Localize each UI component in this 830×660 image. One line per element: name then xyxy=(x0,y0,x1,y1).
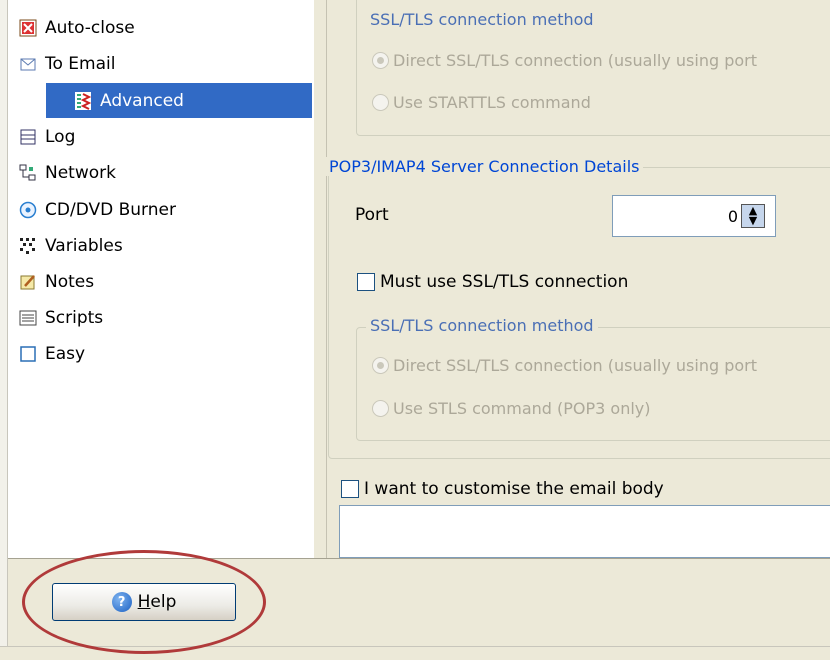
customise-email-body-checkbox[interactable]: I want to customise the email body xyxy=(341,479,664,499)
tree-item-to-email[interactable]: To Email xyxy=(19,46,115,81)
cd-dvd-icon xyxy=(19,201,37,219)
tree-item-advanced[interactable]: Advanced xyxy=(46,83,312,118)
scripts-icon xyxy=(19,309,37,327)
pop3-stls-radio[interactable]: Use STLS command (POP3 only) xyxy=(372,399,651,418)
port-value: 0 xyxy=(727,206,738,226)
tree-item-label: Advanced xyxy=(100,90,184,111)
auto-close-icon xyxy=(19,19,37,37)
tree-item-label: Scripts xyxy=(45,307,104,328)
radio-label: Use STLS command (POP3 only) xyxy=(393,399,651,418)
port-label: Port xyxy=(355,205,389,225)
port-spinner[interactable]: 0 ▲ ▼ xyxy=(612,195,776,237)
options-tree[interactable]: Auto-close To Email Advanced Log Network xyxy=(8,0,315,559)
help-button-label: Help xyxy=(137,592,177,612)
help-icon: ? xyxy=(111,592,132,612)
radio-label: Use STARTTLS command xyxy=(393,93,591,112)
help-button[interactable]: ? Help xyxy=(52,583,236,621)
tree-item-label: Easy xyxy=(45,343,86,364)
pop3-direct-ssl-radio[interactable]: Direct SSL/TLS connection (usually using… xyxy=(372,356,757,375)
checkbox-box[interactable] xyxy=(357,273,375,291)
checkbox-label: Must use SSL/TLS connection xyxy=(380,272,629,292)
email-body-textarea[interactable] xyxy=(339,505,830,558)
tree-item-easy[interactable]: Easy xyxy=(19,336,85,371)
tree-item-network[interactable]: Network xyxy=(19,155,116,190)
tree-item-label: CD/DVD Burner xyxy=(45,199,176,220)
smtp-ssl-method-title: SSL/TLS connection method xyxy=(366,10,598,29)
must-use-ssl-checkbox[interactable]: Must use SSL/TLS connection xyxy=(357,272,628,292)
checkbox-box[interactable] xyxy=(341,480,359,498)
window-bottom-edge xyxy=(0,646,830,660)
tree-item-label: Notes xyxy=(45,271,95,292)
spin-arrows-icon[interactable]: ▲ ▼ xyxy=(741,204,765,228)
tree-item-label: To Email xyxy=(45,53,116,74)
smtp-direct-ssl-radio[interactable]: Direct SSL/TLS connection (usually using… xyxy=(372,51,757,70)
tree-item-scripts[interactable]: Scripts xyxy=(19,300,103,335)
pop3-group-title: POP3/IMAP4 Server Connection Details xyxy=(325,157,644,176)
advanced-icon xyxy=(74,91,92,110)
smtp-starttls-radio[interactable]: Use STARTTLS command xyxy=(372,93,591,112)
pane-splitter[interactable] xyxy=(314,0,326,558)
easy-icon xyxy=(19,345,37,363)
tree-item-auto-close[interactable]: Auto-close xyxy=(19,10,135,45)
notes-icon xyxy=(19,273,37,291)
tree-item-label: Auto-close xyxy=(45,17,135,38)
tree-item-label: Variables xyxy=(45,235,123,256)
options-dialog: Auto-close To Email Advanced Log Network xyxy=(0,0,830,660)
tree-item-log[interactable]: Log xyxy=(19,119,75,154)
window-left-edge xyxy=(0,0,8,646)
variables-icon xyxy=(19,237,37,255)
radio-label: Direct SSL/TLS connection (usually using… xyxy=(393,356,757,375)
log-icon xyxy=(19,128,37,146)
pop3-ssl-method-title: SSL/TLS connection method xyxy=(366,316,598,335)
network-icon xyxy=(19,164,37,182)
tree-item-notes[interactable]: Notes xyxy=(19,264,94,299)
tree-item-variables[interactable]: Variables xyxy=(19,228,123,263)
checkbox-label: I want to customise the email body xyxy=(364,479,664,499)
tree-item-cd-dvd-burner[interactable]: CD/DVD Burner xyxy=(19,192,176,227)
tree-item-label: Network xyxy=(45,162,116,183)
pop3-ssl-method-group xyxy=(356,327,830,441)
email-icon xyxy=(19,55,37,73)
tree-item-label: Log xyxy=(45,126,76,147)
radio-label: Direct SSL/TLS connection (usually using… xyxy=(393,51,757,70)
